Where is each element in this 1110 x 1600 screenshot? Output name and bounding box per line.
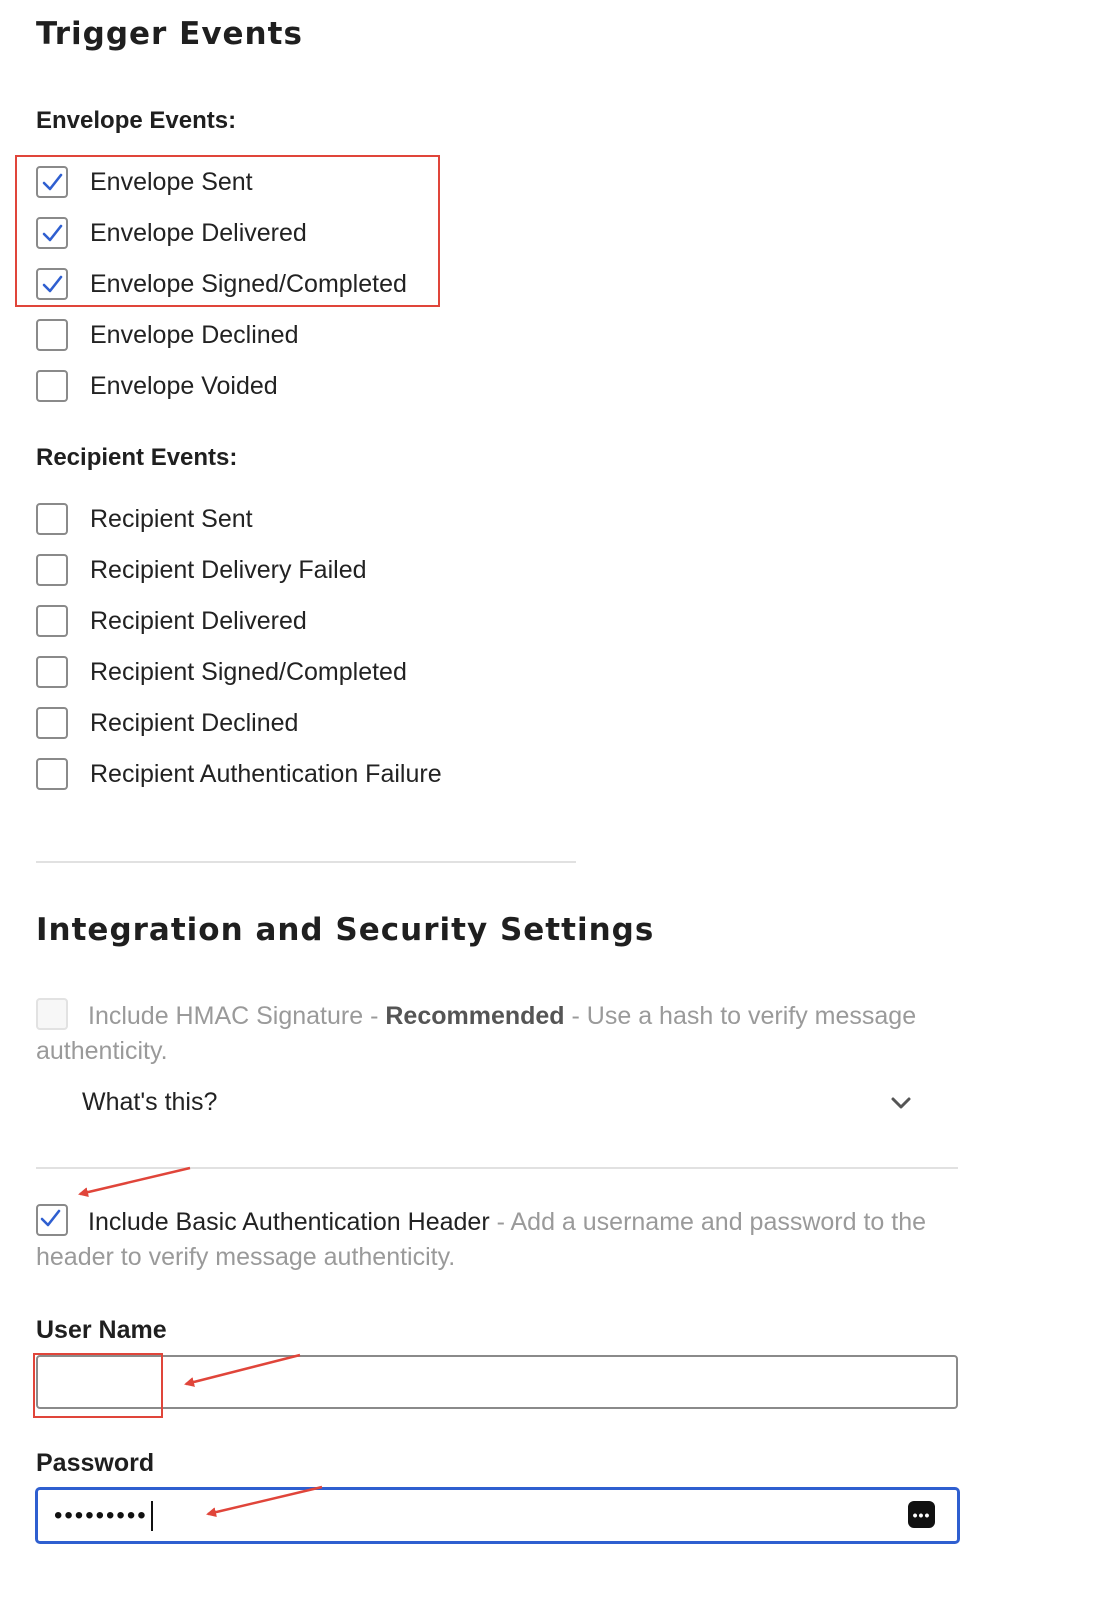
basic-auth-option: Include Basic Authentication Header - Ad… [36, 1204, 966, 1275]
envelope-event-checkbox[interactable] [36, 268, 68, 300]
envelope-event-label: Envelope Declined [90, 320, 299, 349]
envelope-event-label: Envelope Signed/Completed [90, 269, 407, 298]
chevron-down-icon [890, 1088, 912, 1117]
whats-this-label: What's this? [82, 1087, 218, 1116]
recipient-event-row[interactable]: Recipient Delivery Failed [36, 552, 367, 588]
recipient-event-checkbox[interactable] [36, 656, 68, 688]
recipient-event-label: Recipient Signed/Completed [90, 657, 407, 686]
recipient-event-row[interactable]: Recipient Declined [36, 705, 298, 741]
recipient-event-checkbox[interactable] [36, 605, 68, 637]
trigger-events-title: Trigger Events [36, 16, 303, 52]
hmac-label: Include HMAC Signature [88, 1002, 364, 1030]
envelope-event-row[interactable]: Envelope Declined [36, 317, 298, 353]
hmac-separator: - [363, 1002, 386, 1030]
checkmark-icon [42, 173, 63, 191]
checkmark-icon [40, 1209, 61, 1227]
recipient-event-checkbox[interactable] [36, 554, 68, 586]
recipient-event-checkbox[interactable] [36, 503, 68, 535]
envelope-event-checkbox[interactable] [36, 166, 68, 198]
recipient-event-row[interactable]: Recipient Signed/Completed [36, 654, 407, 690]
recipient-event-label: Recipient Sent [90, 504, 253, 533]
section-divider [36, 861, 576, 863]
envelope-event-checkbox[interactable] [36, 217, 68, 249]
integration-settings-title: Integration and Security Settings [36, 912, 655, 948]
hmac-recommended: Recommended [385, 1002, 565, 1030]
recipient-event-checkbox[interactable] [36, 707, 68, 739]
basic-auth-label: Include Basic Authentication Header [88, 1208, 490, 1236]
envelope-events-label: Envelope Events: [36, 107, 237, 134]
recipient-event-label: Recipient Delivered [90, 606, 307, 635]
envelope-event-row[interactable]: Envelope Voided [36, 368, 278, 404]
checkmark-icon [42, 224, 63, 242]
username-label: User Name [36, 1316, 167, 1344]
checkmark-icon [42, 275, 63, 293]
username-input[interactable] [36, 1355, 958, 1409]
recipient-event-label: Recipient Declined [90, 708, 299, 737]
hmac-checkbox[interactable] [36, 998, 68, 1030]
annotation-arrow [78, 1166, 191, 1198]
recipient-event-checkbox[interactable] [36, 758, 68, 790]
text-caret [150, 1500, 153, 1531]
envelope-event-checkbox[interactable] [36, 370, 68, 402]
settings-divider [36, 1167, 958, 1169]
envelope-event-label: Envelope Delivered [90, 218, 307, 247]
password-input[interactable]: ••••••••• ••• [35, 1487, 960, 1544]
recipient-event-label: Recipient Delivery Failed [90, 555, 367, 584]
recipient-event-label: Recipient Authentication Failure [90, 759, 442, 788]
password-value: ••••••••• [54, 1501, 148, 1529]
envelope-event-checkbox[interactable] [36, 319, 68, 351]
envelope-event-row[interactable]: Envelope Delivered [36, 215, 307, 251]
envelope-event-label: Envelope Sent [90, 167, 253, 196]
envelope-event-row[interactable]: Envelope Sent [36, 164, 253, 200]
hmac-option: Include HMAC Signature - Recommended - U… [36, 998, 966, 1069]
basic-auth-checkbox[interactable] [36, 1204, 68, 1236]
envelope-event-row[interactable]: Envelope Signed/Completed [36, 266, 407, 302]
envelope-event-label: Envelope Voided [90, 371, 278, 400]
recipient-event-row[interactable]: Recipient Sent [36, 501, 253, 537]
recipient-events-label: Recipient Events: [36, 444, 238, 471]
password-label: Password [36, 1449, 155, 1477]
whats-this-toggle[interactable]: What's this? [82, 1084, 912, 1120]
recipient-event-row[interactable]: Recipient Delivered [36, 603, 307, 639]
recipient-event-row[interactable]: Recipient Authentication Failure [36, 756, 442, 792]
password-key-icon[interactable]: ••• [908, 1501, 935, 1528]
